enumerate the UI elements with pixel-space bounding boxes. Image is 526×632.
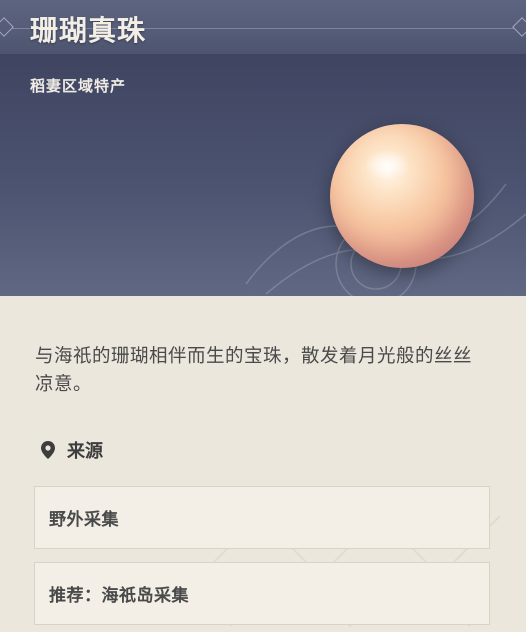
- item-title: 珊瑚真珠: [30, 14, 147, 47]
- item-description: 与海祇的珊瑚相伴而生的宝珠，散发着月光般的丝丝凉意。: [35, 346, 473, 395]
- coral-pearl-image: [330, 124, 474, 268]
- corner-ornament-right: [512, 17, 526, 37]
- source-entry[interactable]: 野外采集: [34, 486, 490, 549]
- region-specialty-label: 稻妻区域特产: [30, 77, 127, 95]
- pearl-highlight: [364, 150, 410, 180]
- item-detail-card: 珊瑚真珠 稻妻区域特产 与海祇的珊瑚相伴而生的宝珠，散发着月光般的丝丝凉意。 来…: [0, 0, 526, 632]
- source-title: 来源: [67, 441, 103, 462]
- title-bar: 珊瑚真珠: [0, 0, 526, 54]
- location-pin-icon: [41, 441, 55, 459]
- source-entry[interactable]: 推荐：海祇岛采集: [34, 562, 490, 625]
- source-header: 来源: [41, 437, 103, 463]
- item-hero: 稻妻区域特产: [0, 54, 526, 296]
- corner-ornament-left: [0, 17, 14, 37]
- item-info-panel: 与海祇的珊瑚相伴而生的宝珠，散发着月光般的丝丝凉意。 来源 野外采集 推荐：海祇…: [0, 296, 526, 632]
